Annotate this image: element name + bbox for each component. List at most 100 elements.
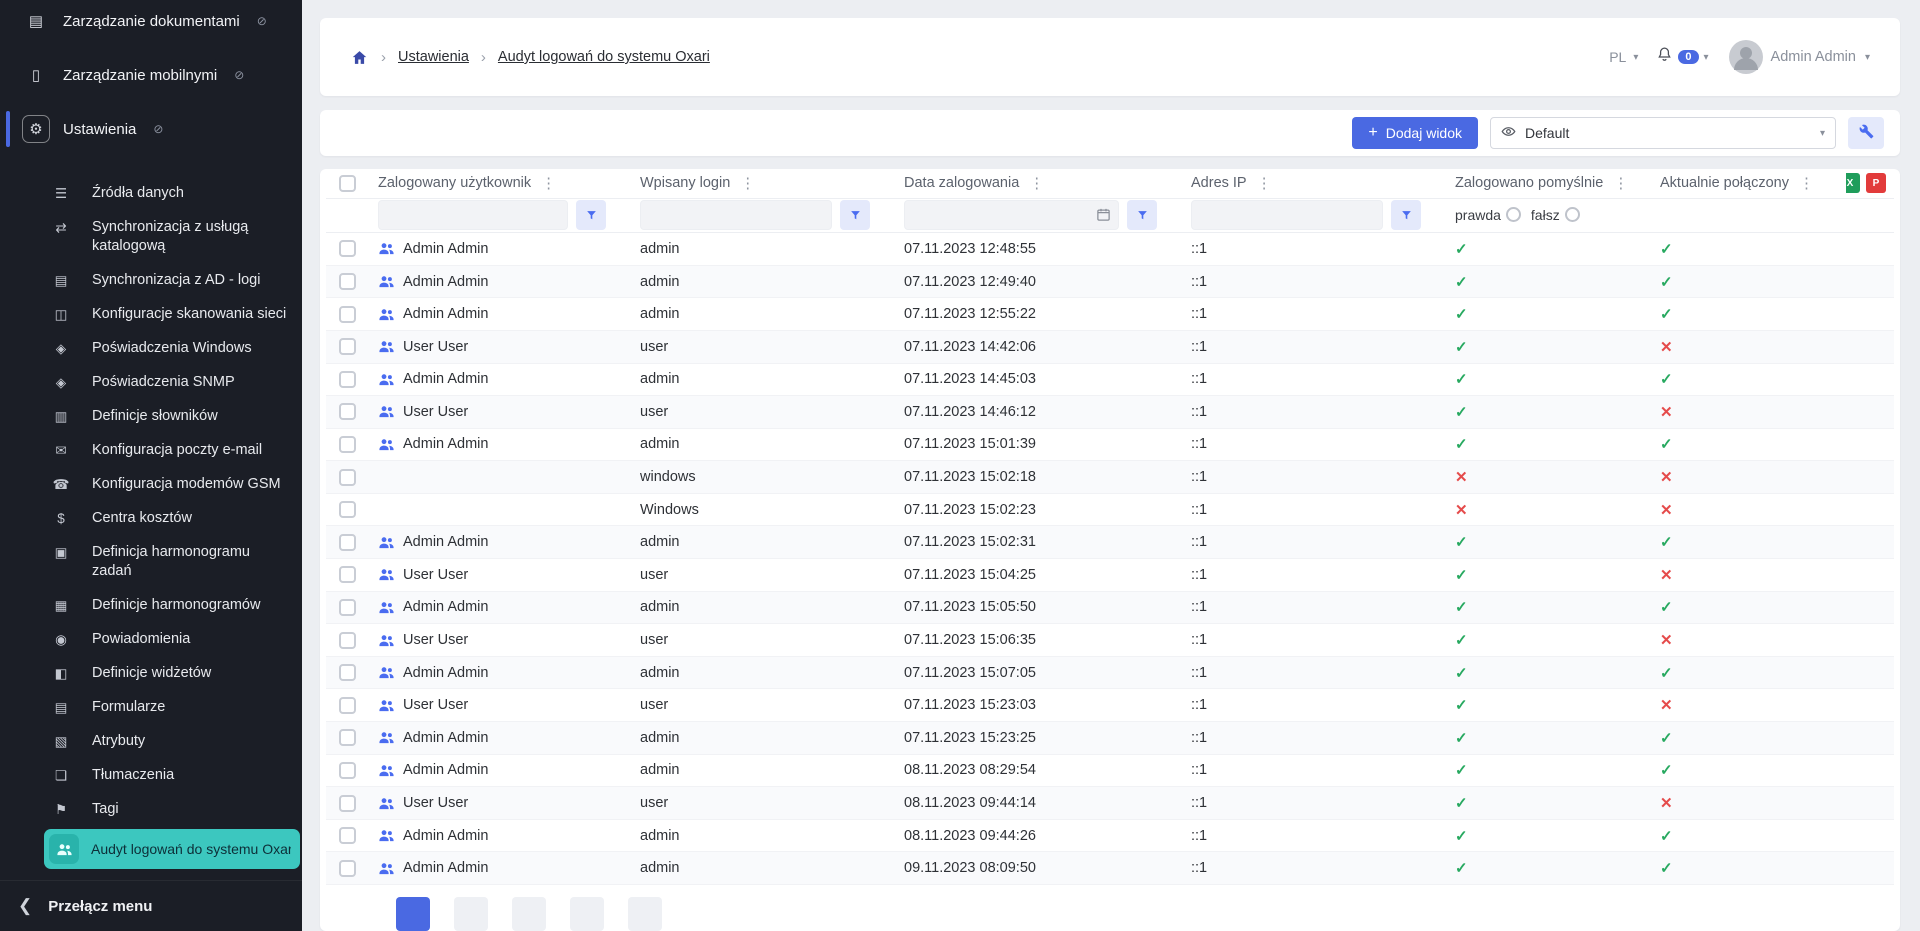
- table-row[interactable]: Admin Adminadmin07.11.2023 15:01:39::1✓✓: [326, 429, 1894, 462]
- sidebar-subitem-synchronizacja-z-us-ug-katalogow[interactable]: ⇄Synchronizacja z usługą katalogową: [0, 210, 302, 263]
- table-row[interactable]: Admin Adminadmin07.11.2023 15:23:25::1✓✓: [326, 722, 1894, 755]
- table-row[interactable]: Admin Adminadmin08.11.2023 09:44:26::1✓✓: [326, 820, 1894, 853]
- column-menu-icon[interactable]: ⋮: [1611, 174, 1630, 192]
- filter-button-date[interactable]: [1127, 200, 1157, 230]
- row-checkbox[interactable]: [339, 403, 356, 420]
- sidebar-subitem-audyt-logowa-do-systemu-oxari[interactable]: Audyt logowań do systemu Oxari: [44, 829, 300, 869]
- filter-radio-false[interactable]: fałsz: [1531, 207, 1580, 223]
- sidebar-subitem-powiadomienia[interactable]: ◉Powiadomienia: [0, 622, 302, 656]
- radio-icon[interactable]: [1506, 207, 1521, 222]
- sidebar-subitem-us-ugi-systemowe[interactable]: ⚙Usługi systemowe: [0, 872, 302, 880]
- table-row[interactable]: Windows07.11.2023 15:02:23::1✕✕: [326, 494, 1894, 527]
- sidebar-item-zarz-dzanie-dokumentami[interactable]: ▤Zarządzanie dokumentami⊘: [0, 0, 302, 48]
- radio-icon[interactable]: [1565, 207, 1580, 222]
- filter-input-login[interactable]: [640, 200, 832, 230]
- avatar[interactable]: [1729, 40, 1763, 74]
- breadcrumb-link-audit[interactable]: Audyt logowań do systemu Oxari: [498, 49, 710, 65]
- table-row[interactable]: Admin Adminadmin07.11.2023 15:05:50::1✓✓: [326, 592, 1894, 625]
- table-row[interactable]: User Useruser07.11.2023 14:46:12::1✓✕: [326, 396, 1894, 429]
- sidebar-subitem-definicje-harmonogram-w[interactable]: ▦Definicje harmonogramów: [0, 588, 302, 622]
- sidebar-subitem-tagi[interactable]: ⚑Tagi: [0, 792, 302, 826]
- sidebar-subitem-po-wiadczenia-snmp[interactable]: ◈Poświadczenia SNMP: [0, 365, 302, 399]
- row-checkbox[interactable]: [339, 729, 356, 746]
- home-icon[interactable]: [350, 49, 369, 66]
- table-row[interactable]: Admin Adminadmin09.11.2023 08:09:50::1✓✓: [326, 852, 1894, 885]
- menu-toggle[interactable]: ❮ Przełącz menu: [0, 880, 302, 931]
- sidebar-subitem-r-d-a-danych[interactable]: ☰Źródła danych: [0, 176, 302, 210]
- sidebar-subitem-synchronizacja-z-ad-logi[interactable]: ▤Synchronizacja z AD - logi: [0, 263, 302, 297]
- sidebar-subitem-centra-koszt-w[interactable]: $Centra kosztów: [0, 501, 302, 535]
- column-menu-icon[interactable]: ⋮: [1027, 174, 1046, 192]
- sidebar-subitem-konfiguracja-modem-w-gsm[interactable]: ☎Konfiguracja modemów GSM: [0, 467, 302, 501]
- pagination-page-active[interactable]: [396, 897, 430, 931]
- row-checkbox[interactable]: [339, 860, 356, 877]
- view-selector[interactable]: Default ▾: [1490, 117, 1836, 149]
- pagination-page[interactable]: [570, 897, 604, 931]
- sidebar-subitem-formularze[interactable]: ▤Formularze: [0, 690, 302, 724]
- sidebar-subitem-t-umaczenia[interactable]: ❏Tłumaczenia: [0, 758, 302, 792]
- row-checkbox[interactable]: [339, 371, 356, 388]
- row-checkbox[interactable]: [339, 273, 356, 290]
- filter-input-date[interactable]: [904, 200, 1119, 230]
- column-menu-icon[interactable]: ⋮: [1797, 174, 1816, 192]
- row-checkbox[interactable]: [339, 240, 356, 257]
- table-row[interactable]: User Useruser07.11.2023 15:04:25::1✓✕: [326, 559, 1894, 592]
- sidebar-subitem-konfiguracje-skanowania-sieci[interactable]: ◫Konfiguracje skanowania sieci: [0, 297, 302, 331]
- row-checkbox[interactable]: [339, 436, 356, 453]
- pagination-page[interactable]: [454, 897, 488, 931]
- pagination-page[interactable]: [628, 897, 662, 931]
- table-row[interactable]: User Useruser07.11.2023 14:42:06::1✓✕: [326, 331, 1894, 364]
- notifications-button[interactable]: 0 ▾: [1656, 46, 1708, 68]
- row-checkbox[interactable]: [339, 338, 356, 355]
- settings-wrench-button[interactable]: [1848, 117, 1884, 149]
- filter-input-user[interactable]: [378, 200, 568, 230]
- row-checkbox[interactable]: [339, 762, 356, 779]
- sidebar-subitem-definicja-harmonogramu-zada[interactable]: ▣Definicja harmonogramu zadań: [0, 535, 302, 588]
- table-row[interactable]: Admin Adminadmin07.11.2023 15:02:31::1✓✓: [326, 526, 1894, 559]
- row-checkbox[interactable]: [339, 664, 356, 681]
- column-menu-icon[interactable]: ⋮: [1255, 174, 1274, 192]
- table-row[interactable]: Admin Adminadmin07.11.2023 12:55:22::1✓✓: [326, 298, 1894, 331]
- row-checkbox[interactable]: [339, 599, 356, 616]
- table-row[interactable]: User Useruser07.11.2023 15:23:03::1✓✕: [326, 689, 1894, 722]
- user-menu[interactable]: Admin Admin ▾: [1771, 49, 1870, 65]
- table-row[interactable]: Admin Adminadmin07.11.2023 12:48:55::1✓✓: [326, 233, 1894, 266]
- select-all-checkbox[interactable]: [339, 175, 356, 192]
- column-menu-icon[interactable]: ⋮: [539, 174, 558, 192]
- table-row[interactable]: User Useruser08.11.2023 09:44:14::1✓✕: [326, 787, 1894, 820]
- sidebar-subitem-po-wiadczenia-windows[interactable]: ◈Poświadczenia Windows: [0, 331, 302, 365]
- row-checkbox[interactable]: [339, 632, 356, 649]
- export-pdf-icon[interactable]: P: [1866, 173, 1886, 193]
- sidebar-subitem-konfiguracja-poczty-e-mail[interactable]: ✉Konfiguracja poczty e-mail: [0, 433, 302, 467]
- row-checkbox[interactable]: [339, 469, 356, 486]
- table-row[interactable]: Admin Adminadmin08.11.2023 08:29:54::1✓✓: [326, 755, 1894, 788]
- sidebar-item-ustawienia[interactable]: ⚙Ustawienia⊘: [0, 102, 302, 156]
- sidebar-subitem-definicje-wid-et-w[interactable]: ◧Definicje widżetów: [0, 656, 302, 690]
- table-row[interactable]: Admin Adminadmin07.11.2023 12:49:40::1✓✓: [326, 266, 1894, 299]
- filter-button-ip[interactable]: [1391, 200, 1421, 230]
- filter-button-user[interactable]: [576, 200, 606, 230]
- filter-input-ip[interactable]: [1191, 200, 1383, 230]
- table-row[interactable]: Admin Adminadmin07.11.2023 14:45:03::1✓✓: [326, 364, 1894, 397]
- sidebar-subitem-atrybuty[interactable]: ▧Atrybuty: [0, 724, 302, 758]
- pagination-page[interactable]: [512, 897, 546, 931]
- row-checkbox[interactable]: [339, 501, 356, 518]
- sidebar-subitem-definicje-s-ownik-w[interactable]: ▥Definicje słowników: [0, 399, 302, 433]
- row-checkbox[interactable]: [339, 566, 356, 583]
- calendar-icon[interactable]: [1096, 207, 1111, 222]
- sidebar-item-zarz-dzanie-mobilnymi[interactable]: ▯Zarządzanie mobilnymi⊘: [0, 48, 302, 102]
- row-checkbox[interactable]: [339, 306, 356, 323]
- breadcrumb-link-settings[interactable]: Ustawienia: [398, 49, 469, 65]
- table-row[interactable]: Admin Adminadmin07.11.2023 15:07:05::1✓✓: [326, 657, 1894, 690]
- add-view-button[interactable]: + Dodaj widok: [1352, 117, 1478, 149]
- table-row[interactable]: User Useruser07.11.2023 15:06:35::1✓✕: [326, 624, 1894, 657]
- row-checkbox[interactable]: [339, 795, 356, 812]
- language-selector[interactable]: PL ▾: [1609, 49, 1638, 65]
- export-excel-icon[interactable]: X: [1846, 173, 1860, 193]
- filter-button-login[interactable]: [840, 200, 870, 230]
- table-row[interactable]: windows07.11.2023 15:02:18::1✕✕: [326, 461, 1894, 494]
- column-menu-icon[interactable]: ⋮: [738, 174, 757, 192]
- row-checkbox[interactable]: [339, 827, 356, 844]
- row-checkbox[interactable]: [339, 697, 356, 714]
- filter-radio-true[interactable]: prawda: [1455, 207, 1521, 223]
